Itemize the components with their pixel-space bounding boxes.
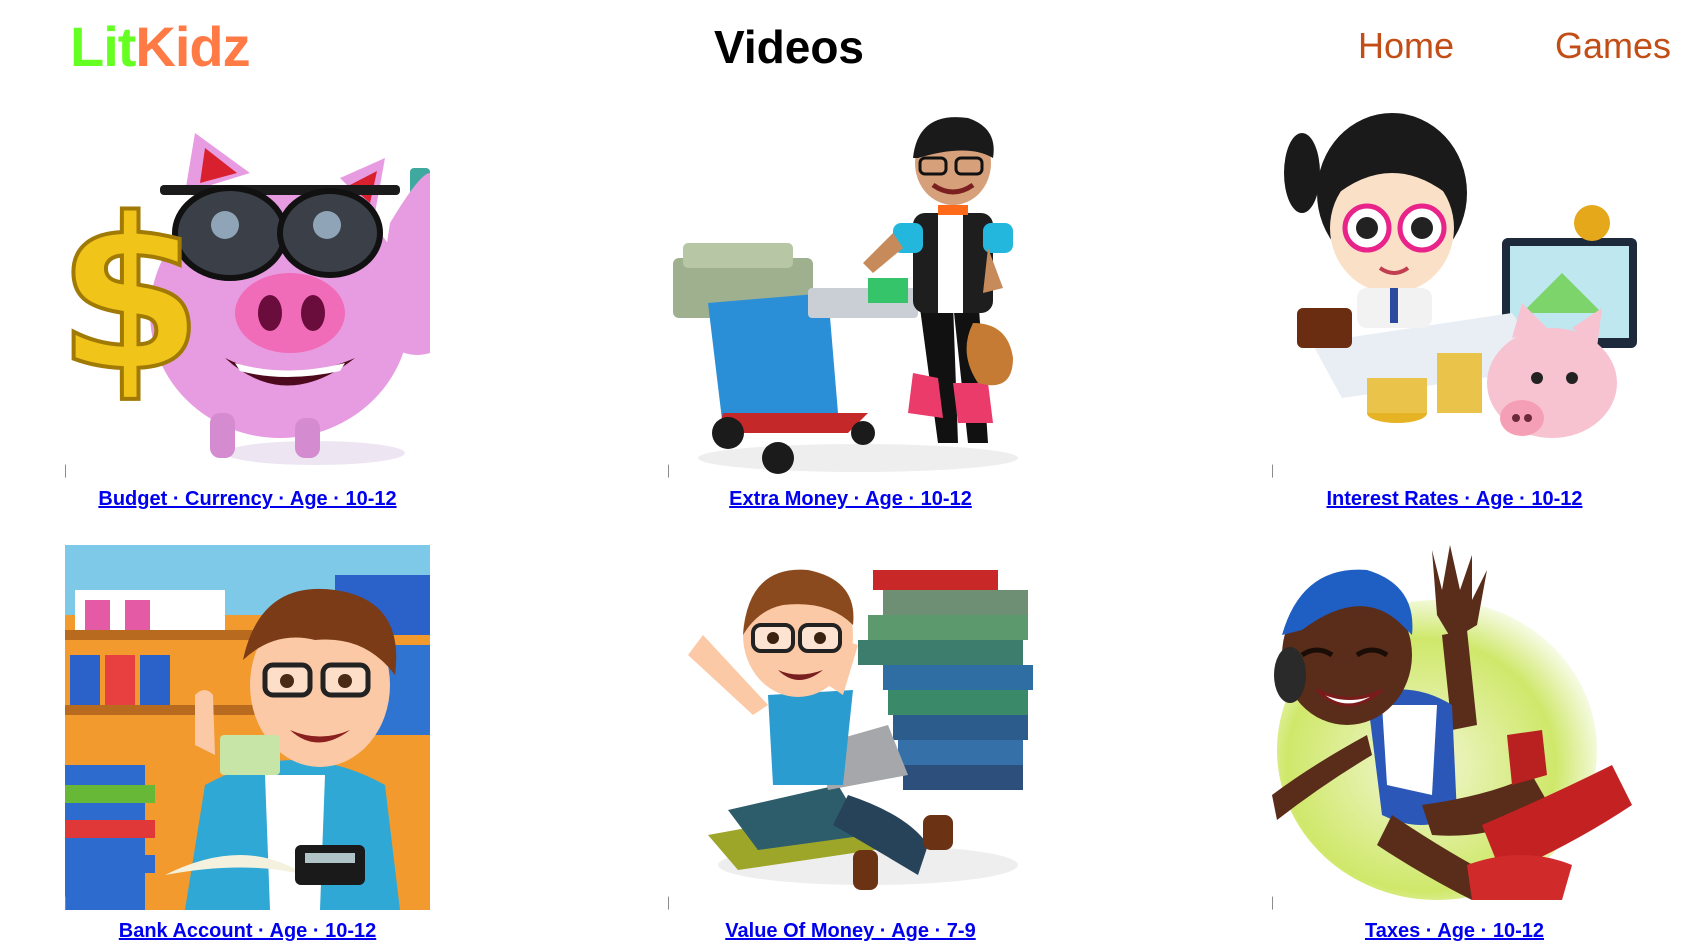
image-placeholder-mark: ▏ [1272,897,1281,910]
video-link[interactable]: Taxes · Age · 10-12 [1272,920,1637,943]
video-link[interactable]: Budget · Currency · Age · 10-12 [65,488,430,511]
logo-lit-text: Lit [70,15,136,78]
piggy-bank-with-sunglasses-image[interactable]: $ ▏ [65,113,430,478]
page-title: Videos [714,21,864,73]
jumping-boy-with-headphones-image[interactable]: ▏ [1272,545,1637,910]
video-card[interactable]: ▏ Bank Account · Age · 10-12 [65,545,430,943]
video-card[interactable]: ▏ Extra Money · Age · 10-12 [668,113,1033,511]
page-header: LitKidz Videos Home Games [0,0,1697,100]
video-link[interactable]: Value Of Money · Age · 7-9 [668,920,1033,943]
girl-with-piggy-bank-and-laptop-image[interactable]: ▏ [1272,113,1637,478]
logo-kidz-text: Kidz [135,15,250,78]
image-placeholder-mark: ▏ [65,465,74,478]
video-link[interactable]: Bank Account · Age · 10-12 [65,920,430,943]
svg-text:$: $ [65,173,203,418]
video-link[interactable]: Extra Money · Age · 10-12 [668,488,1033,511]
image-placeholder-mark: ▏ [1272,465,1281,478]
video-card[interactable]: $ ▏ Budget · Currency · Age · 10-12 [65,113,430,511]
video-card[interactable]: ▏ Taxes · Age · 10-12 [1272,545,1637,943]
image-placeholder-mark: ▏ [668,897,677,910]
video-card[interactable]: ▏ Interest Rates · Age · 10-12 [1272,113,1637,511]
image-placeholder-mark: ▏ [668,465,677,478]
nav-home-link[interactable]: Home [1358,22,1454,70]
site-logo[interactable]: LitKidz [70,14,251,80]
boy-with-books-and-laptop-image[interactable]: ▏ [668,545,1033,910]
video-link[interactable]: Interest Rates · Age · 10-12 [1272,488,1637,511]
nav-games-link[interactable]: Games [1555,22,1671,70]
boy-with-money-cart-image[interactable]: ▏ [668,113,1033,478]
image-placeholder-mark: ▏ [65,897,74,910]
boy-with-calculator-image[interactable]: ▏ [65,545,430,910]
video-card[interactable]: ▏ Value Of Money · Age · 7-9 [668,545,1033,943]
